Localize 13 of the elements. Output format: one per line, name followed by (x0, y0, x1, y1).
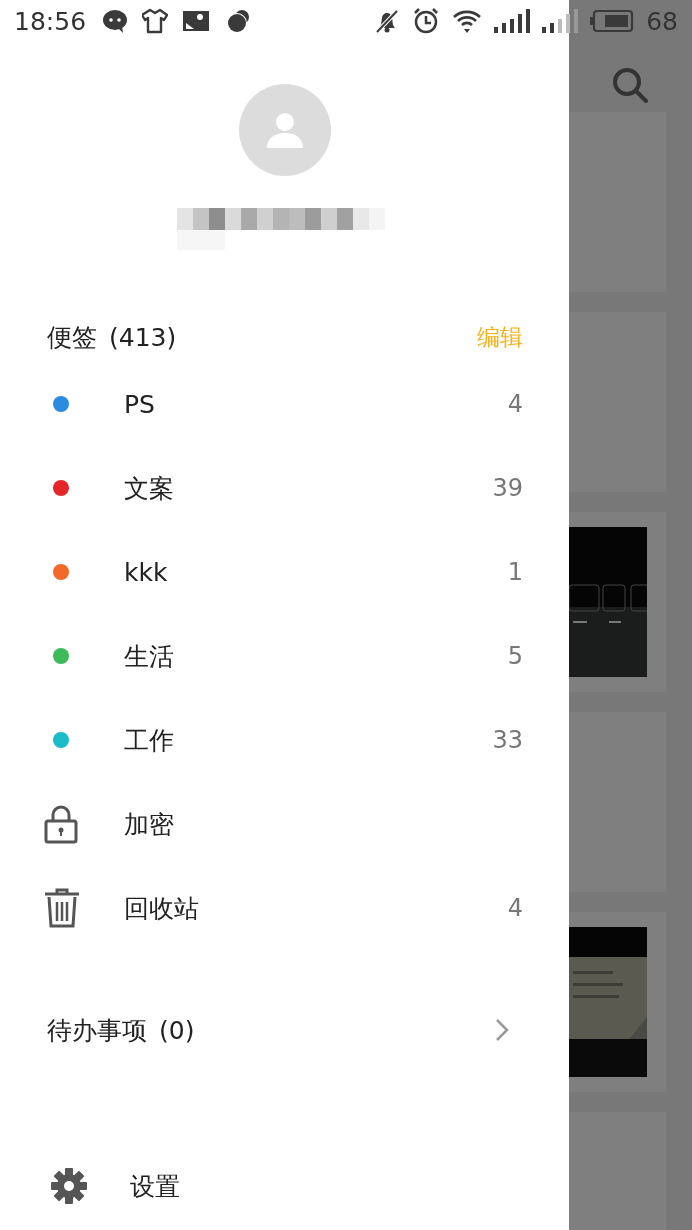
folder-item[interactable]: kkk 1 (0, 530, 569, 614)
folder-item[interactable]: 生活 5 (0, 614, 569, 698)
notes-count: (413) (109, 322, 177, 352)
settings-item[interactable]: 设置 (0, 1144, 569, 1228)
folder-item[interactable]: 文案 39 (0, 446, 569, 530)
battery-level: 68 (646, 6, 678, 36)
folder-item[interactable]: 加密 (0, 782, 569, 866)
folder-item[interactable]: PS 4 (0, 362, 569, 446)
folder-item[interactable]: 工作 33 (0, 698, 569, 782)
folder-item[interactable]: 回收站 4 (0, 866, 569, 950)
todo-item[interactable]: 待办事项 (0) (0, 988, 569, 1072)
notes-heading: 便签 (47, 321, 97, 354)
status-time: 18:56 (14, 6, 87, 36)
